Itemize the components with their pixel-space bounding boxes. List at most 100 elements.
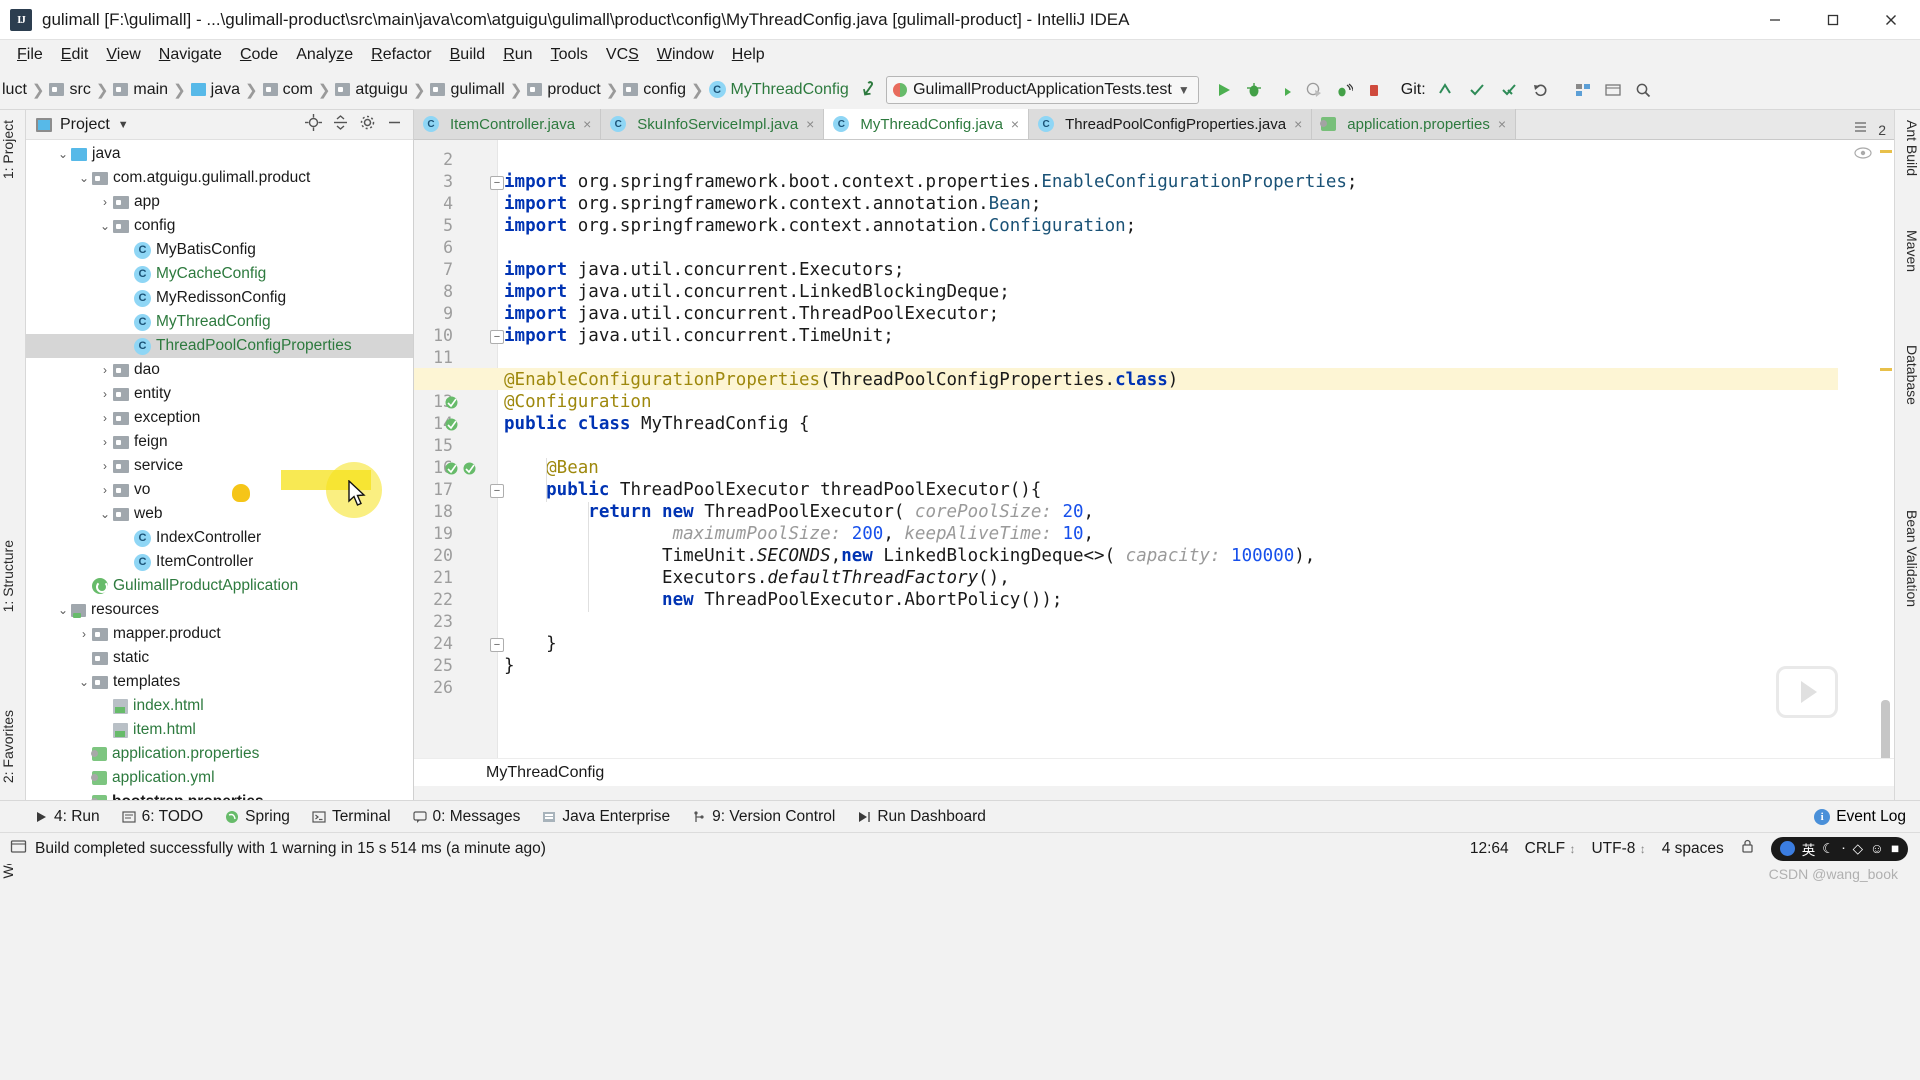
moon-icon[interactable]: ☾ [1822, 841, 1834, 857]
settings-icon[interactable] [1600, 77, 1626, 103]
debug-icon[interactable] [1241, 77, 1267, 103]
shapes-icon[interactable]: ◇ [1853, 841, 1863, 857]
tree-node-com-atguigu-gulimall-product[interactable]: ⌄ com.atguigu.gulimall.product [26, 166, 413, 190]
menu-code[interactable]: Code [231, 44, 287, 66]
tree-node-threadpoolconfigproperties[interactable]: C ThreadPoolConfigProperties [26, 334, 413, 358]
breadcrumb-item-product[interactable]: product [527, 81, 601, 99]
close-icon[interactable]: × [806, 116, 814, 132]
project-structure-icon[interactable] [1570, 77, 1596, 103]
lock-icon[interactable] [1740, 838, 1755, 859]
chevron-down-icon[interactable]: ⌄ [97, 219, 113, 233]
chevron-right-icon[interactable]: › [76, 627, 92, 641]
chevron-down-icon[interactable]: ⌄ [76, 171, 92, 185]
ime-language[interactable]: 英 [1802, 839, 1816, 859]
spring-bean-icon[interactable] [462, 461, 478, 477]
error-stripe-marker[interactable] [1880, 368, 1892, 371]
editor-tab-threadpoolconfigproperties-java[interactable]: C ThreadPoolConfigProperties.java × [1029, 109, 1313, 139]
bottom-tool-spring[interactable]: Spring [225, 808, 290, 826]
menu-edit[interactable]: Edit [52, 44, 98, 66]
menu-help[interactable]: Help [723, 44, 774, 66]
menu-analyze[interactable]: Analyze [287, 44, 362, 66]
tool-window-database[interactable]: Database [1894, 345, 1920, 405]
menu-build[interactable]: Build [441, 44, 495, 66]
menu-tools[interactable]: Tools [542, 44, 597, 66]
chevron-right-icon[interactable]: › [97, 435, 113, 449]
navigate-back-icon[interactable]: ⤦ [861, 77, 876, 102]
tree-node-mythreadconfig[interactable]: C MyThreadConfig [26, 310, 413, 334]
tool-window-ant-build[interactable]: Ant Build [1894, 120, 1920, 176]
chevron-down-icon[interactable]: ⌄ [76, 675, 92, 689]
bottom-tool-0-messages[interactable]: 0: Messages [412, 808, 520, 826]
gear-icon[interactable] [359, 114, 376, 136]
run-with-coverage-icon[interactable] [1271, 77, 1297, 103]
search-everywhere-icon[interactable] [1630, 77, 1656, 103]
bottom-tool-terminal[interactable]: Terminal [312, 808, 391, 826]
tree-node-service[interactable]: › service [26, 454, 413, 478]
tool-window-structure[interactable]: 1: Structure [0, 540, 26, 612]
rollback-icon[interactable] [1528, 77, 1554, 103]
tree-node-resources[interactable]: ⌄ resources [26, 598, 413, 622]
menu-navigate[interactable]: Navigate [150, 44, 231, 66]
stop-icon[interactable] [1361, 77, 1387, 103]
tree-node-item-html[interactable]: item.html [26, 718, 413, 742]
tool-window-project[interactable]: 1: Project [0, 120, 26, 179]
close-icon[interactable]: × [1011, 116, 1019, 132]
push-icon[interactable] [1496, 77, 1522, 103]
editor-vertical-scrollbar[interactable] [1881, 700, 1890, 758]
close-icon[interactable]: × [1294, 116, 1302, 132]
chevron-right-icon[interactable]: › [97, 483, 113, 497]
run-icon[interactable] [1211, 77, 1237, 103]
tree-node-mycacheconfig[interactable]: C MyCacheConfig [26, 262, 413, 286]
commit-icon[interactable] [1464, 77, 1490, 103]
ime-status-bar[interactable]: 英 ☾ ⋅ ◇ ☺ ■ [1770, 836, 1908, 861]
bottom-tool-run-dashboard[interactable]: Run Dashboard [857, 808, 986, 826]
editor-tab-mythreadconfig-java[interactable]: C MyThreadConfig.java × [824, 109, 1030, 139]
editor-tab-application-properties[interactable]: application.properties × [1312, 109, 1517, 139]
profile-icon[interactable] [1301, 77, 1327, 103]
tree-node-entity[interactable]: › entity [26, 382, 413, 406]
split-icon[interactable] [1854, 120, 1870, 139]
breadcrumb-item-atguigu[interactable]: atguigu [335, 81, 408, 99]
spring-bean-icon[interactable] [444, 395, 460, 411]
menu-refactor[interactable]: Refactor [362, 44, 440, 66]
tool-window-maven[interactable]: Maven [1894, 230, 1920, 272]
tree-node-indexcontroller[interactable]: C IndexController [26, 526, 413, 550]
spring-bean-icon[interactable] [444, 417, 460, 433]
breadcrumb-item-config[interactable]: config [623, 81, 686, 99]
tree-node-exception[interactable]: › exception [26, 406, 413, 430]
indent-setting[interactable]: 4 spaces [1662, 840, 1724, 858]
breadcrumb-item-src[interactable]: src [49, 81, 91, 99]
menu-view[interactable]: View [97, 44, 149, 66]
tree-node-mybatisconfig[interactable]: C MyBatisConfig [26, 238, 413, 262]
close-icon[interactable]: × [583, 116, 591, 132]
close-icon[interactable]: × [1498, 116, 1506, 132]
attach-debugger-icon[interactable] [1331, 77, 1357, 103]
encoding[interactable]: UTF-8 ↕ [1591, 840, 1645, 858]
tool-window-favorites[interactable]: 2: Favorites [0, 710, 26, 783]
tree-node-application-properties[interactable]: application.properties [26, 742, 413, 766]
event-log-button[interactable]: i Event Log [1814, 808, 1920, 826]
hide-icon[interactable] [386, 114, 403, 136]
maximize-button[interactable] [1804, 0, 1862, 40]
bottom-tool-java-enterprise[interactable]: Java Enterprise [542, 808, 670, 826]
minimize-button[interactable] [1746, 0, 1804, 40]
tree-node-mapper-product[interactable]: › mapper.product [26, 622, 413, 646]
tree-node-app[interactable]: › app [26, 190, 413, 214]
editor-gutter[interactable]: 23−45678910−1112−1314151617−181920212223… [414, 140, 504, 758]
breadcrumb-item-mythreadconfig[interactable]: C MyThreadConfig [708, 81, 849, 99]
tree-node-bootstrap-properties[interactable]: bootstrap.properties [26, 790, 413, 800]
code-editor[interactable]: 23−45678910−1112−1314151617−181920212223… [414, 140, 1894, 758]
editor-tab-itemcontroller-java[interactable]: C ItemController.java × [414, 109, 602, 139]
tree-node-java[interactable]: ⌄ java [26, 142, 413, 166]
caret-position[interactable]: 12:64 [1470, 840, 1509, 858]
chevron-down-icon[interactable]: ▼ [118, 119, 129, 131]
bottom-tool-9-version-control[interactable]: 9: Version Control [692, 808, 835, 826]
tool-window-bean-validation[interactable]: Bean Validation [1894, 510, 1920, 607]
line-separator[interactable]: CRLF ↕ [1525, 840, 1576, 858]
chevron-down-icon[interactable]: ⌄ [97, 507, 113, 521]
tree-node-feign[interactable]: › feign [26, 430, 413, 454]
menu-run[interactable]: Run [494, 44, 541, 66]
menu-vcs[interactable]: VCS [597, 44, 648, 66]
keyboard-icon[interactable]: ⋅ [1841, 841, 1845, 857]
chevron-right-icon[interactable]: › [97, 387, 113, 401]
